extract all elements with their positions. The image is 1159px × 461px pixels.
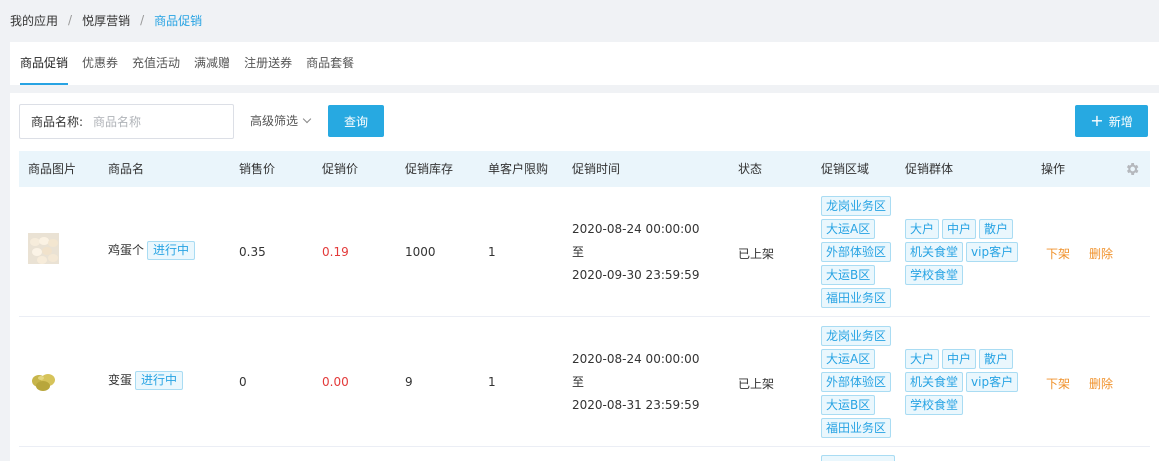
product-name: 鸡蛋个: [108, 243, 145, 257]
promo-stock: 1000: [405, 245, 436, 259]
promo-time: 2020-08-24 00:00:00 至 2020-09-30 23:59:5…: [572, 218, 699, 287]
col-region: 促销区域: [821, 162, 870, 176]
plus-icon: +: [1090, 111, 1104, 130]
col-operation: 操作: [1041, 162, 1066, 176]
region-tag-partial: [821, 455, 895, 461]
delete-button[interactable]: 删除: [1089, 245, 1113, 262]
advanced-filter-dropdown[interactable]: 高级筛选: [250, 112, 312, 129]
col-name: 商品名: [108, 162, 145, 176]
delete-button[interactable]: 删除: [1089, 375, 1113, 392]
purchase-limit: 1: [488, 375, 496, 389]
region-tag: 大运A区: [821, 349, 876, 369]
tab-product-promotion[interactable]: 商品促销: [20, 42, 69, 85]
group-tag: 大户: [905, 349, 940, 369]
col-promo-time: 促销时间: [572, 162, 621, 176]
region-tag: 龙岗业务区: [821, 196, 892, 216]
breadcrumb-item-apps[interactable]: 我的应用: [10, 12, 58, 29]
region-tag: 福田业务区: [821, 418, 892, 438]
delist-button[interactable]: 下架: [1046, 245, 1070, 262]
purchase-limit: 1: [488, 245, 496, 259]
product-name: 变蛋: [108, 373, 133, 387]
group-tag: 中户: [942, 349, 977, 369]
breadcrumb-item-current: 商品促销: [154, 13, 203, 28]
group-tag: 散户: [979, 219, 1014, 239]
region-tags: 龙岗业务区 大运A区 外部体验区 大运B区 福田业务区: [821, 196, 892, 308]
group-tag: 学校食堂: [905, 265, 964, 285]
col-promo-price: 促销价: [322, 162, 359, 176]
region-tag: 福田业务区: [821, 288, 892, 308]
table-header: 商品图片 商品名 销售价 促销价 促销库存 单客户限购 促销时间 状态 促销区域…: [19, 151, 1150, 187]
tab-full-reduction[interactable]: 满减赠: [194, 42, 230, 85]
group-tags: 大户 中户 散户 机关食堂 vip客户 学校食堂: [905, 349, 1025, 415]
group-tag: 学校食堂: [905, 395, 964, 415]
promotion-status-badge: 进行中: [135, 371, 184, 390]
add-button[interactable]: + 新增: [1075, 105, 1148, 137]
chevron-down-icon: [302, 114, 312, 123]
region-tag: 龙岗业务区: [821, 326, 892, 346]
product-image: [28, 367, 59, 398]
promotion-status-badge: 进行中: [147, 241, 196, 260]
search-input[interactable]: [93, 114, 214, 129]
search-field: 商品名称:: [19, 104, 234, 139]
sale-price: 0: [239, 375, 247, 389]
group-tag: 机关食堂: [905, 372, 964, 392]
tab-bar: 商品促销 优惠券 充值活动 满减赠 注册送券 商品套餐: [10, 42, 1159, 85]
listing-status: 已上架: [738, 377, 775, 391]
product-name-cell: 鸡蛋个 进行中: [108, 241, 196, 260]
tab-product-bundle[interactable]: 商品套餐: [306, 42, 354, 85]
col-status: 状态: [738, 162, 763, 176]
tab-register-coupon[interactable]: 注册送券: [244, 42, 292, 85]
region-tag: 大运B区: [821, 265, 876, 285]
promo-time-start: 2020-08-24 00:00:00: [572, 222, 700, 236]
promo-time-separator: 至: [572, 375, 585, 389]
promo-time-end: 2020-09-30 23:59:59: [572, 268, 700, 282]
delist-button[interactable]: 下架: [1046, 375, 1070, 392]
region-tag: 外部体验区: [821, 242, 892, 262]
region-tag: 大运B区: [821, 395, 876, 415]
group-tag: vip客户: [966, 242, 1019, 262]
tab-coupons[interactable]: 优惠券: [82, 42, 118, 85]
table-row: 鸡蛋个 进行中 0.35 0.19 1000 1 2020-08-24 00:00…: [19, 187, 1150, 317]
promo-time-start: 2020-08-24 00:00:00: [572, 352, 700, 366]
listing-status: 已上架: [738, 247, 775, 261]
advanced-filter-label: 高级筛选: [250, 114, 299, 128]
tab-recharge[interactable]: 充值活动: [132, 42, 180, 85]
promo-time-separator: 至: [572, 245, 585, 259]
group-tag: 散户: [979, 349, 1014, 369]
main-panel: 商品名称: 高级筛选 查询 + 新增 商品图片 商品名 销售价 促销价 促销库存…: [10, 93, 1159, 461]
search-label: 商品名称:: [31, 115, 84, 129]
promo-price: 0.19: [322, 245, 349, 259]
promo-time-end: 2020-08-31 23:59:59: [572, 398, 700, 412]
col-sale-price: 销售价: [239, 162, 276, 176]
promo-stock: 9: [405, 375, 413, 389]
breadcrumb: 我的应用 / 悦厚营销 / 商品促销: [0, 0, 1159, 40]
product-image: [28, 233, 59, 264]
group-tag: 机关食堂: [905, 242, 964, 262]
promo-price: 0.00: [322, 375, 349, 389]
region-tags: 龙岗业务区 大运A区 外部体验区 大运B区 福田业务区: [821, 326, 892, 438]
add-button-label: 新增: [1108, 114, 1133, 129]
gear-icon[interactable]: [1124, 161, 1140, 177]
breadcrumb-item-marketing[interactable]: 悦厚营销: [82, 12, 130, 29]
sale-price: 0.35: [239, 245, 266, 259]
breadcrumb-separator: /: [140, 13, 145, 27]
group-tags: 大户 中户 散户 机关食堂 vip客户 学校食堂: [905, 219, 1025, 285]
promo-time: 2020-08-24 00:00:00 至 2020-08-31 23:59:5…: [572, 348, 699, 417]
col-group: 促销群体: [905, 162, 954, 176]
group-tag: 中户: [942, 219, 977, 239]
region-tag: 外部体验区: [821, 372, 892, 392]
table-row: 变蛋 进行中 0 0.00 9 1 2020-08-24 00:00:00 至 2…: [19, 317, 1150, 447]
col-promo-stock: 促销库存: [405, 162, 454, 176]
query-button[interactable]: 查询: [328, 105, 384, 137]
breadcrumb-separator: /: [68, 13, 73, 27]
region-tag: 大运A区: [821, 219, 876, 239]
product-name-cell: 变蛋 进行中: [108, 371, 184, 390]
group-tag: 大户: [905, 219, 940, 239]
col-limit: 单客户限购: [488, 162, 549, 176]
group-tag: vip客户: [966, 372, 1019, 392]
col-image: 商品图片: [28, 162, 77, 176]
